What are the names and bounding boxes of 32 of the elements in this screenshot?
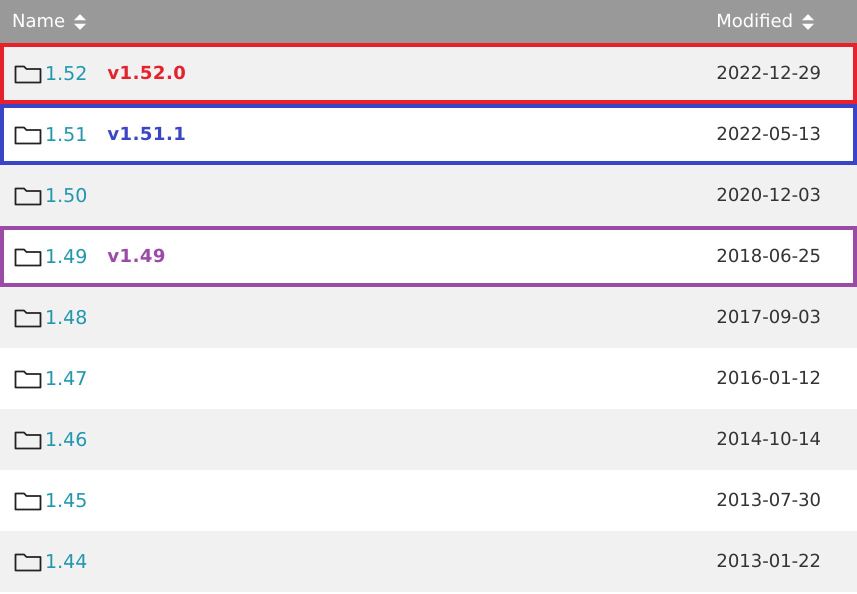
folder-icon bbox=[14, 186, 42, 206]
folder-link[interactable]: 1.45 bbox=[45, 490, 88, 512]
column-header[interactable]: Modified bbox=[716, 11, 815, 32]
folder-link[interactable]: 1.44 bbox=[45, 550, 88, 572]
folder-icon bbox=[14, 308, 42, 328]
version-tag: v1.51.1 bbox=[107, 124, 186, 145]
version-tag: v1.49 bbox=[107, 246, 166, 267]
modified-date: 2017-09-03 bbox=[716, 307, 821, 328]
version-tag: v1.52.0 bbox=[107, 63, 186, 84]
modified-date: 2022-12-29 bbox=[716, 63, 821, 84]
modified-date: 2016-01-12 bbox=[716, 368, 821, 389]
modified-date: 2013-07-30 bbox=[716, 490, 821, 511]
folder-link[interactable]: 1.50 bbox=[45, 184, 88, 206]
modified-date: 2018-06-25 bbox=[716, 246, 821, 267]
modified-date: 2022-05-13 bbox=[716, 124, 821, 145]
folder-icon bbox=[14, 124, 42, 144]
folder-link[interactable]: 1.47 bbox=[45, 368, 88, 390]
folder-icon bbox=[14, 430, 42, 450]
modified-date: 2013-01-22 bbox=[716, 551, 821, 572]
folder-link[interactable]: 1.48 bbox=[45, 306, 88, 328]
folder-link[interactable]: 1.46 bbox=[45, 428, 88, 450]
folder-icon bbox=[14, 64, 42, 84]
folder-link[interactable]: 1.49 bbox=[45, 246, 88, 268]
folder-link[interactable]: 1.52 bbox=[45, 62, 88, 84]
column-header[interactable]: Name bbox=[12, 11, 88, 32]
folder-link[interactable]: 1.51 bbox=[45, 124, 88, 146]
folder-icon bbox=[14, 368, 42, 388]
modified-date: 2020-12-03 bbox=[716, 185, 821, 206]
folder-icon bbox=[14, 490, 42, 510]
folder-icon bbox=[14, 552, 42, 572]
folder-icon bbox=[14, 246, 42, 266]
modified-date: 2014-10-14 bbox=[716, 429, 821, 450]
